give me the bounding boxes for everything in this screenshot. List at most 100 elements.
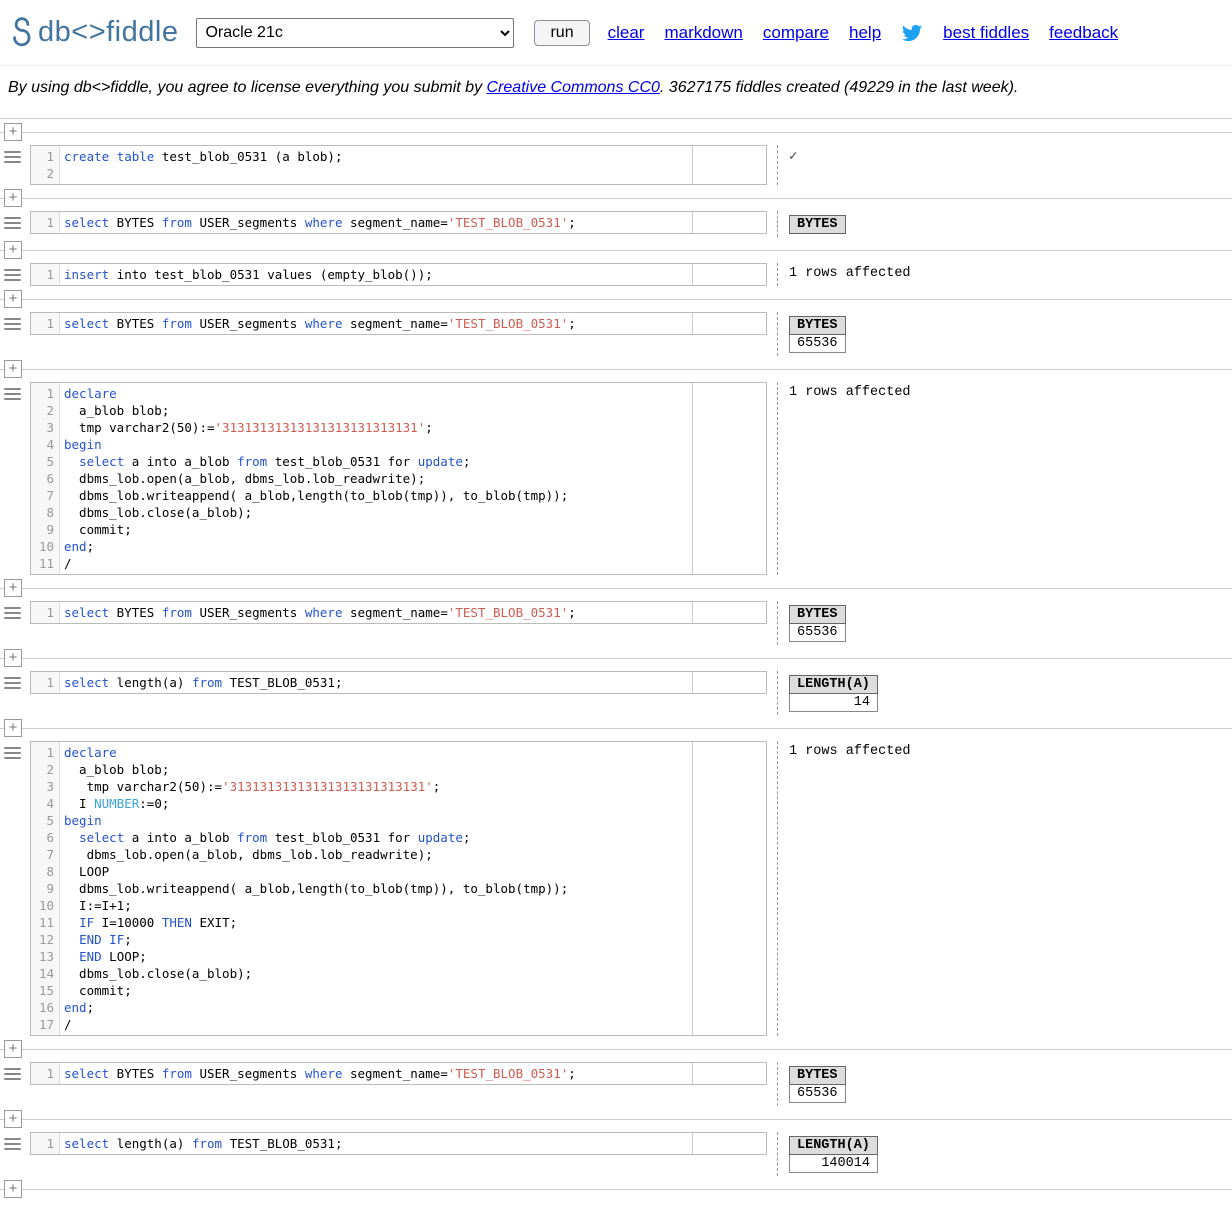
result-row: 140014 (789, 1154, 878, 1173)
block-separator: + (0, 286, 1232, 312)
result-column-header: BYTES (789, 605, 846, 624)
drag-handle-icon[interactable] (4, 605, 21, 619)
code-line: declare (64, 745, 117, 760)
code-area: declare a_blob blob; tmp varchar2(50):='… (60, 742, 692, 1035)
success-check-icon: ✓ (789, 149, 798, 165)
nav-link-clear[interactable]: clear (608, 23, 645, 43)
code-line: select a into a_blob from test_blob_0531… (79, 454, 471, 469)
code-line: select a into a_blob from test_blob_0531… (79, 830, 471, 845)
result-table: BYTES 65536 (789, 1066, 846, 1103)
block-separator: + (0, 1176, 1232, 1202)
line-number: 10 (38, 898, 54, 913)
editor-scrollbar-area (692, 212, 766, 233)
add-block-button[interactable]: + (4, 189, 22, 207)
line-number: 4 (46, 437, 54, 452)
line-number: 7 (46, 488, 54, 503)
editor-scrollbar-area (692, 383, 766, 574)
drag-handle-icon[interactable] (4, 149, 21, 163)
drag-handle-icon[interactable] (4, 1066, 21, 1080)
code-line: select BYTES from USER_segments where se… (64, 605, 576, 620)
editor-result-divider (777, 382, 778, 575)
line-numbers: 1 (31, 264, 60, 285)
code-line: a_blob blob; (64, 403, 170, 418)
code-editor[interactable]: 1 insert into test_blob_0531 values (empt… (30, 263, 767, 286)
line-number: 9 (46, 522, 54, 537)
code-line: dbms_lob.open(a_blob, dbms_lob.lob_readw… (64, 471, 426, 486)
add-block-button[interactable]: + (4, 1110, 22, 1128)
cc0-link[interactable]: Creative Commons CC0 (487, 79, 660, 96)
logo-text: db<>fiddle (38, 16, 179, 48)
code-editor[interactable]: 1 select BYTES from USER_segments where s… (30, 312, 767, 335)
code-line: declare (64, 386, 117, 401)
add-block-button[interactable]: + (4, 123, 22, 141)
line-numbers: 1 2 3 4 5 6 7 8 9 10 11 (31, 383, 60, 574)
result-cell: 65536 (789, 1084, 846, 1103)
blocks: +1 2 create table test_blob_0531 (a blob);… (0, 119, 1232, 1202)
add-block-button[interactable]: + (4, 579, 22, 597)
code-editor[interactable]: 1 select length(a) from TEST_BLOB_0531; (30, 671, 767, 694)
database-select[interactable]: Oracle 21c (196, 17, 515, 48)
run-button[interactable]: run (534, 19, 590, 46)
code-line: select BYTES from USER_segments where se… (64, 215, 576, 230)
result-panel: 1 rows affected (778, 263, 911, 284)
drag-handle-icon[interactable] (4, 316, 21, 330)
code-line: END LOOP; (79, 949, 147, 964)
line-numbers: 1 (31, 313, 60, 334)
nav-link-compare[interactable]: compare (763, 23, 829, 43)
dbfiddle-logo[interactable]: db<>fiddle (10, 16, 178, 49)
code-line: tmp varchar2(50):='313131313131313131313… (64, 420, 433, 435)
code-editor[interactable]: 1 select BYTES from USER_segments where s… (30, 601, 767, 624)
editor-scrollbar-area (692, 672, 766, 693)
drag-handle-icon[interactable] (4, 675, 21, 689)
line-number: 1 (46, 386, 54, 401)
line-number: 4 (46, 796, 54, 811)
line-number: 11 (38, 556, 54, 571)
drag-handle-icon[interactable] (4, 1136, 21, 1150)
line-number: 1 (46, 1066, 54, 1081)
line-number: 3 (46, 420, 54, 435)
header-nav: clear markdown compare help best fiddles feed… (608, 23, 1119, 43)
add-block-button[interactable]: + (4, 241, 22, 259)
nav-link-feedback[interactable]: feedback (1049, 23, 1118, 43)
code-editor[interactable]: 1 select length(a) from TEST_BLOB_0531; (30, 1132, 767, 1155)
add-block-button[interactable]: + (4, 1180, 22, 1198)
code-area: select BYTES from USER_segments where se… (60, 313, 692, 334)
editor-scrollbar-area (692, 264, 766, 285)
add-block-button[interactable]: + (4, 719, 22, 737)
code-area: select BYTES from USER_segments where se… (60, 1063, 692, 1084)
code-editor[interactable]: 1 select BYTES from USER_segments where s… (30, 1062, 767, 1085)
drag-handle-icon[interactable] (4, 745, 21, 759)
editor-scrollbar-area (692, 1133, 766, 1154)
code-editor[interactable]: 1 select BYTES from USER_segments where s… (30, 211, 767, 234)
add-block-button[interactable]: + (4, 290, 22, 308)
block-separator: + (0, 715, 1232, 741)
code-line: a_blob blob; (64, 762, 170, 777)
nav-link-markdown[interactable]: markdown (664, 23, 742, 43)
drag-handle-icon[interactable] (4, 267, 21, 281)
result-cell: 65536 (789, 623, 846, 642)
add-block-button[interactable]: + (4, 360, 22, 378)
code-editor[interactable]: 1 2 3 4 5 6 7 8 9 10 11 12 13 14 15 16 17 declare a_blob … (30, 741, 767, 1036)
line-number: 2 (46, 403, 54, 418)
notice-text-prefix: By using db<>fiddle, you agree to licens… (8, 79, 487, 96)
drag-handle-icon[interactable] (4, 386, 21, 400)
code-editor[interactable]: 1 2 3 4 5 6 7 8 9 10 11 declare a_blob blob; tmp va… (30, 382, 767, 575)
block-separator: + (0, 575, 1232, 601)
add-block-button[interactable]: + (4, 649, 22, 667)
line-number: 15 (38, 983, 54, 998)
code-line: tmp varchar2(50):='313131313131313131313… (64, 779, 441, 794)
nav-link-help[interactable]: help (849, 23, 881, 43)
line-numbers: 1 (31, 602, 60, 623)
add-block-button[interactable]: + (4, 1040, 22, 1058)
result-table: LENGTH(A) 14 (789, 675, 878, 712)
line-numbers: 1 (31, 1133, 60, 1154)
nav-link-best-fiddles[interactable]: best fiddles (943, 23, 1029, 43)
drag-handle-icon[interactable] (4, 215, 21, 229)
result-panel: BYTES 65536 (778, 601, 846, 645)
fiddle-block: 1 2 3 4 5 6 7 8 9 10 11 declare a_blob blob; tmp va… (0, 382, 1232, 575)
line-number: 17 (38, 1017, 54, 1032)
code-editor[interactable]: 1 2 create table test_blob_0531 (a blob); (30, 145, 767, 185)
line-numbers: 12 (31, 146, 60, 184)
twitter-icon[interactable] (901, 23, 923, 43)
code-line: commit; (64, 522, 132, 537)
